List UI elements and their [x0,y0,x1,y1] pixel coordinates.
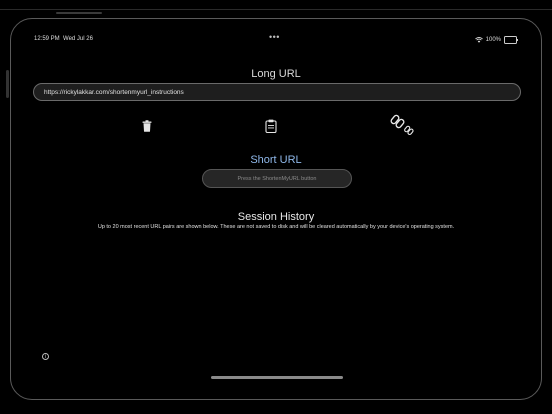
device-side-button [6,70,9,98]
battery-icon [504,36,518,44]
shorten-button[interactable] [388,113,416,137]
long-url-input[interactable]: https://rickylakkar.com/shortenmyurl_ins… [33,83,521,101]
session-history-title: Session History [237,211,315,223]
status-date-text: Wed Jul 26 [63,36,93,42]
trash-icon [142,120,152,132]
clear-button[interactable] [139,118,155,134]
device-top-button [56,12,102,14]
status-time-text: 12:59 PM [34,36,60,42]
device-top-edge [0,9,552,10]
long-url-title: Long URL [251,68,301,80]
status-indicators: 100% [474,36,518,44]
link-icon [390,114,414,136]
status-time: 12:59 PM Wed Jul 26 [34,36,93,42]
short-url-title: Short URL [250,154,302,166]
home-indicator[interactable] [211,376,343,379]
short-url-output[interactable]: Press the ShortenMyURL button [202,169,352,188]
ipad-screen: 12:59 PM Wed Jul 26 ••• 100% Long URL ht… [10,18,542,400]
battery-percent: 100% [485,37,501,43]
multitasking-dots[interactable]: ••• [269,32,280,42]
wifi-icon [474,37,483,43]
status-bar: 12:59 PM Wed Jul 26 ••• 100% [11,32,541,45]
clipboard-icon [265,119,277,133]
session-history-description: Up to 20 most recent URL pairs are shown… [97,224,455,230]
paste-button[interactable] [262,117,280,135]
info-button[interactable]: i [42,353,49,360]
